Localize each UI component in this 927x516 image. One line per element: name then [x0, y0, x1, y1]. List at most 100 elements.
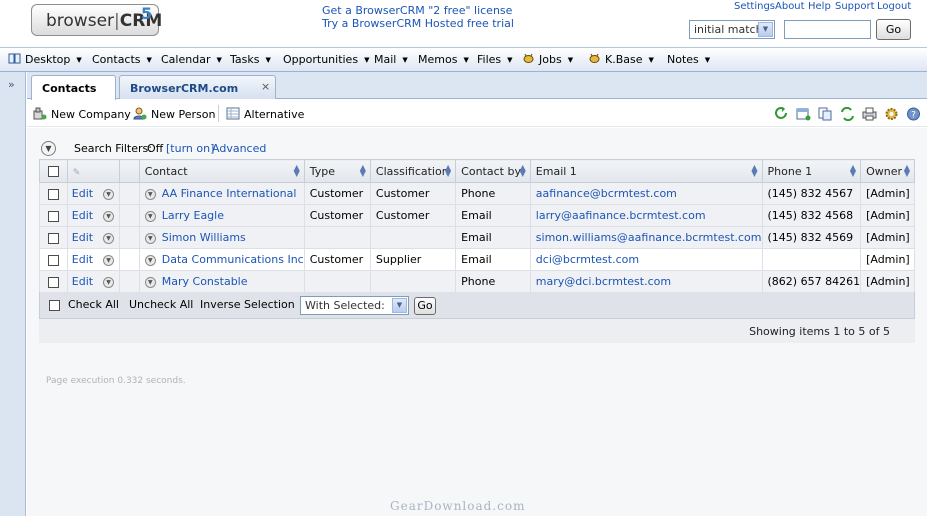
row-checkbox-cell[interactable] — [39, 270, 68, 293]
support-link[interactable]: Support — [835, 1, 875, 12]
contact-options-icon[interactable]: ▼ — [144, 188, 156, 200]
sort-icon[interactable]: ▲ ▼ — [294, 164, 300, 178]
sort-icon[interactable]: ▲ ▼ — [904, 164, 910, 178]
new-company-button[interactable]: New Company — [33, 107, 131, 121]
alternative-view-button[interactable]: Alternative — [226, 107, 304, 121]
edit-link[interactable]: Edit — [72, 187, 93, 200]
turn-on-filters-link[interactable]: [turn on] — [166, 142, 214, 155]
contact-link[interactable]: Data Communications Inc — [162, 253, 304, 266]
email-link[interactable]: larry@aafinance.bcrmtest.com — [536, 209, 706, 222]
column-header-contact[interactable]: Contact ▲ ▼ — [138, 159, 305, 183]
nav-opportunities[interactable]: Opportunities ▼ — [283, 53, 369, 66]
nav-desktop[interactable]: Desktop ▼ — [8, 53, 82, 66]
nav-files[interactable]: Files ▼ — [477, 53, 513, 66]
tab-browsercrm[interactable]: BrowserCRM.com × — [119, 75, 276, 99]
row-checkbox-cell[interactable] — [39, 182, 68, 205]
refresh-icon[interactable] — [774, 107, 789, 121]
sort-icon[interactable]: ▲ ▼ — [850, 164, 856, 178]
column-header-owner[interactable]: Owner ▲ ▼ — [860, 159, 915, 183]
sort-icon[interactable]: ▲ ▼ — [520, 164, 526, 178]
uncheck-all-link[interactable]: Uncheck All — [129, 298, 193, 311]
about-link[interactable]: About — [775, 1, 805, 12]
edit-link[interactable]: Edit — [72, 231, 93, 244]
email-link[interactable]: mary@dci.bcrmtest.com — [536, 275, 671, 288]
inverse-selection-link[interactable]: Inverse Selection — [200, 298, 295, 311]
logo[interactable]: browser|CRM 5 — [31, 4, 162, 36]
contact-options-icon[interactable]: ▼ — [144, 254, 156, 266]
row-checkbox-cell[interactable] — [39, 248, 68, 271]
nav-label: Notes — [667, 53, 699, 66]
column-header-classification[interactable]: Classification ▲ ▼ — [369, 159, 457, 183]
row-options-icon[interactable]: ▼ — [103, 276, 115, 288]
add-window-icon[interactable] — [796, 107, 811, 121]
row-options-icon[interactable]: ▼ — [103, 210, 115, 222]
match-mode-select[interactable]: initial match ▼ — [689, 20, 775, 39]
contact-link[interactable]: AA Finance International — [162, 187, 297, 200]
print-icon[interactable] — [862, 107, 877, 121]
search-input[interactable] — [784, 20, 871, 39]
bulk-go-button[interactable]: Go — [414, 297, 436, 315]
contact-options-icon[interactable]: ▼ — [144, 232, 156, 244]
select-all-checkbox[interactable] — [47, 166, 59, 177]
search-go-button[interactable]: Go — [876, 19, 911, 40]
contact-options-icon[interactable]: ▼ — [144, 210, 156, 222]
edit-link[interactable]: Edit — [72, 253, 93, 266]
edit-link[interactable]: Edit — [72, 209, 93, 222]
tab-contacts[interactable]: Contacts — [31, 75, 116, 100]
sort-icon[interactable]: ▲ ▼ — [751, 164, 757, 178]
promo-license-link[interactable]: Get a BrowserCRM "2 free" license — [322, 4, 512, 17]
copy-icon[interactable] — [818, 107, 833, 121]
check-all-link[interactable]: Check All — [68, 298, 119, 311]
nav-tasks[interactable]: Tasks ▼ — [230, 53, 271, 66]
close-icon[interactable]: × — [261, 80, 270, 93]
nav-mail[interactable]: Mail ▼ — [374, 53, 408, 66]
email-cell: larry@aafinance.bcrmtest.com — [529, 204, 763, 227]
row-options-icon[interactable]: ▼ — [103, 188, 115, 200]
collapse-filters-icon[interactable]: ▼ — [41, 141, 56, 156]
new-person-button[interactable]: New Person — [133, 107, 215, 121]
nav-kbase[interactable]: K.Base ▼ — [588, 53, 654, 66]
column-header-contact-by[interactable]: Contact by ▲ ▼ — [455, 159, 531, 183]
column-header-type[interactable]: Type ▲ ▼ — [303, 159, 371, 183]
promo-trial-link[interactable]: Try a BrowserCRM Hosted free trial — [322, 17, 514, 30]
contact-options-icon[interactable]: ▼ — [144, 276, 156, 288]
nav-calendar[interactable]: Calendar ▼ — [161, 53, 222, 66]
row-checkbox[interactable] — [47, 188, 59, 200]
help-icon[interactable]: ? — [906, 107, 921, 121]
column-header-phone[interactable]: Phone 1 ▲ ▼ — [761, 159, 862, 183]
select-all-header[interactable] — [39, 159, 68, 183]
sort-icon[interactable]: ▲ ▼ — [360, 164, 366, 178]
row-checkbox[interactable] — [47, 276, 59, 288]
help-link[interactable]: Help — [808, 1, 831, 12]
with-selected-select[interactable]: With Selected: ▼ — [300, 296, 409, 315]
nav-memos[interactable]: Memos ▼ — [418, 53, 469, 66]
row-checkbox[interactable] — [47, 232, 59, 244]
logout-link[interactable]: Logout — [877, 1, 911, 12]
execution-time: Page execution 0.332 seconds. — [46, 376, 186, 386]
nav-contacts[interactable]: Contacts ▼ — [92, 53, 152, 66]
expand-panel-icon[interactable]: » — [8, 78, 15, 91]
email-link[interactable]: dci@bcrmtest.com — [536, 253, 639, 266]
row-options-icon[interactable]: ▼ — [103, 232, 115, 244]
contact-link[interactable]: Simon Williams — [162, 231, 246, 244]
row-checkbox[interactable] — [47, 210, 59, 222]
bulk-select-checkbox[interactable] — [49, 300, 60, 311]
row-checkbox-cell[interactable] — [39, 204, 68, 227]
nav-jobs[interactable]: Jobs ▼ — [522, 53, 573, 66]
row-options-icon[interactable]: ▼ — [103, 254, 115, 266]
email-link[interactable]: simon.williams@aafinance.bcrmtest.com — [536, 231, 762, 244]
contact-link[interactable]: Mary Constable — [162, 275, 248, 288]
row-checkbox[interactable] — [47, 254, 59, 266]
advanced-search-link[interactable]: Advanced — [212, 142, 266, 155]
contact-link[interactable]: Larry Eagle — [162, 209, 224, 222]
settings-icon[interactable] — [884, 107, 899, 121]
row-checkbox-cell[interactable] — [39, 226, 68, 249]
edit-link[interactable]: Edit — [72, 275, 93, 288]
settings-link[interactable]: Settings — [734, 1, 775, 12]
nav-notes[interactable]: Notes ▼ — [667, 53, 710, 66]
email-link[interactable]: aafinance@bcrmtest.com — [536, 187, 677, 200]
type-cell — [303, 270, 371, 293]
sync-icon[interactable] — [840, 107, 855, 121]
column-header-email[interactable]: Email 1 ▲ ▼ — [529, 159, 763, 183]
sort-icon[interactable]: ▲ ▼ — [445, 164, 451, 178]
